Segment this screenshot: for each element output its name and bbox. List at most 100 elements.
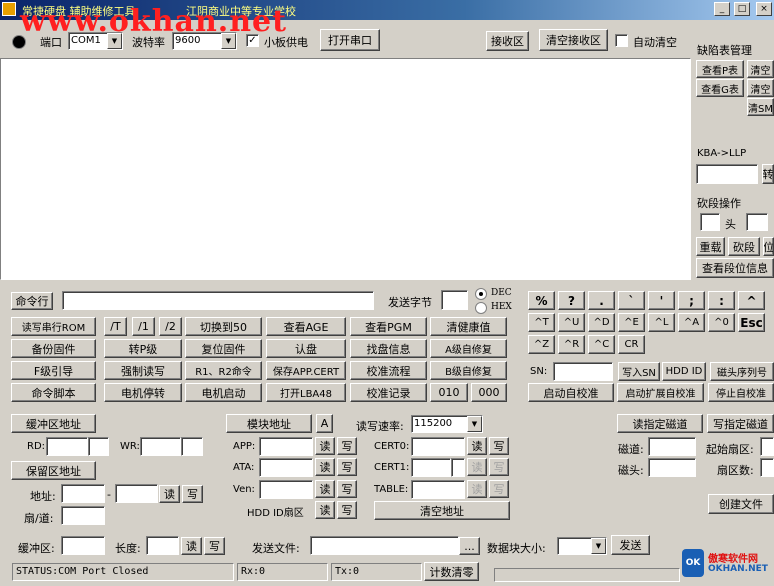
f-level-boot-button[interactable]: F级引导 [11, 361, 96, 380]
start-sector-input[interactable] [760, 437, 774, 456]
key-ctrl-d-button[interactable]: ^D [588, 313, 615, 332]
buffer-input[interactable] [61, 536, 105, 555]
key-cr-button[interactable]: CR [618, 335, 645, 354]
rd-input[interactable] [46, 437, 88, 456]
table-write-button[interactable]: 写 [489, 480, 509, 498]
ata-write-button[interactable]: 写 [337, 458, 357, 476]
hex-radio[interactable] [475, 302, 487, 314]
module-a-button[interactable]: A [316, 414, 333, 433]
reset-count-button[interactable]: 计数清零 [424, 562, 479, 581]
clear-g-table-button[interactable]: 清空 [747, 79, 774, 97]
key-ctrl-0-button[interactable]: ^0 [708, 313, 735, 332]
read-track-button[interactable]: 读指定磁道 [617, 414, 703, 433]
key-semicolon-button[interactable]: ; [678, 291, 705, 310]
send-bytes-input[interactable] [441, 290, 468, 310]
clear-sm-button[interactable]: 清SM [747, 98, 774, 116]
view-g-table-button[interactable]: 查看G表 [696, 79, 744, 97]
key-ctrl-l-button[interactable]: ^L [648, 313, 675, 332]
buffer-read-button[interactable]: 读 [181, 537, 202, 555]
slash-1-button[interactable]: /1 [132, 317, 155, 336]
table-read-button[interactable]: 读 [467, 480, 487, 498]
cert1-input[interactable] [411, 458, 451, 477]
identify-disk-button[interactable]: 认盘 [266, 339, 346, 358]
to-p-level-button[interactable]: 转P级 [104, 339, 182, 358]
sector-count-input[interactable] [760, 458, 774, 477]
maximize-button[interactable]: □ [734, 2, 750, 16]
backup-firmware-button[interactable]: 备份固件 [11, 339, 96, 358]
write-track-button[interactable]: 写指定磁道 [707, 414, 774, 433]
block-size-select[interactable]: ▼ [557, 537, 607, 555]
key-ctrl-z-button[interactable]: ^Z [528, 335, 555, 354]
addr-start-input[interactable] [61, 484, 105, 503]
start-self-calibration-button[interactable]: 启动自校准 [528, 383, 614, 402]
clear-p-table-button[interactable]: 清空 [747, 60, 774, 78]
clear-health-button[interactable]: 清健康值 [430, 317, 507, 336]
chevron-down-icon[interactable]: ▼ [221, 33, 236, 49]
ven-write-button[interactable]: 写 [337, 480, 357, 498]
dec-radio[interactable] [475, 288, 487, 300]
table-input[interactable] [411, 480, 465, 499]
code-000-button[interactable]: 000 [471, 383, 507, 402]
key-esc-button[interactable]: Esc [738, 313, 765, 332]
hdd-id-button[interactable]: HDD ID [662, 362, 706, 381]
buffer-address-button[interactable]: 缓冲区地址 [11, 414, 96, 433]
chevron-down-icon[interactable]: ▼ [467, 416, 482, 432]
reserve-read-button[interactable]: 读 [159, 485, 180, 503]
sn-input[interactable] [553, 362, 613, 381]
length-input[interactable] [146, 536, 179, 555]
view-p-table-button[interactable]: 查看P表 [696, 60, 744, 78]
app-write-button[interactable]: 写 [337, 437, 357, 455]
receive-textarea[interactable] [0, 58, 691, 280]
command-script-button[interactable]: 命令脚本 [11, 383, 96, 402]
receive-area-button[interactable]: 接收区 [486, 31, 529, 51]
track-input[interactable] [648, 437, 696, 456]
ata-read-button[interactable]: 读 [315, 458, 335, 476]
head-sequence-button[interactable]: 磁头序列号 [710, 362, 774, 381]
wr-input[interactable] [140, 437, 181, 456]
cert0-read-button[interactable]: 读 [467, 437, 487, 455]
force-rw-button[interactable]: 强制读写 [104, 361, 182, 380]
rd-extra-input[interactable] [88, 437, 109, 456]
hdd-id-write-button[interactable]: 写 [337, 501, 357, 519]
view-pgm-button[interactable]: 查看PGM [350, 317, 427, 336]
b-level-repair-button[interactable]: B级自修复 [430, 361, 507, 380]
rebuild-button[interactable]: 重载 [696, 237, 725, 256]
cut-button[interactable]: 砍段 [728, 237, 760, 256]
write-sn-button[interactable]: 写入SN [618, 362, 660, 381]
key-backtick-button[interactable]: ` [618, 291, 645, 310]
a-level-repair-button[interactable]: A级自修复 [430, 339, 507, 358]
buffer-write-button[interactable]: 写 [204, 537, 225, 555]
reserve-write-button[interactable]: 写 [182, 485, 203, 503]
close-button[interactable]: × [756, 2, 772, 16]
key-quote-button[interactable]: ' [648, 291, 675, 310]
command-input[interactable] [62, 291, 374, 310]
key-ctrl-a-button[interactable]: ^A [678, 313, 705, 332]
cert1-write-button[interactable]: 写 [489, 458, 509, 476]
cert0-input[interactable] [411, 437, 465, 456]
calibration-flow-button[interactable]: 校准流程 [350, 361, 427, 380]
module-address-button[interactable]: 模块地址 [226, 414, 312, 433]
track-sector-input[interactable] [61, 506, 105, 525]
switch-50-button[interactable]: 切换到50 [185, 317, 262, 336]
view-age-button[interactable]: 查看AGE [266, 317, 346, 336]
key-colon-button[interactable]: : [708, 291, 735, 310]
clear-receive-button[interactable]: 清空接收区 [539, 29, 608, 51]
key-ctrl-u-button[interactable]: ^U [558, 313, 585, 332]
minimize-button[interactable]: _ [714, 2, 730, 16]
code-010-button[interactable]: 010 [430, 383, 468, 402]
reserve-address-button[interactable]: 保留区地址 [11, 461, 96, 480]
key-question-button[interactable]: ? [558, 291, 585, 310]
ven-input[interactable] [259, 480, 313, 499]
app-input[interactable] [259, 437, 313, 456]
reset-firmware-button[interactable]: 复位固件 [185, 339, 262, 358]
r1-r2-command-button[interactable]: R1、R2命令 [185, 361, 262, 380]
ven-read-button[interactable]: 读 [315, 480, 335, 498]
addr-end-input[interactable] [115, 484, 158, 503]
key-ctrl-c-button[interactable]: ^C [588, 335, 615, 354]
open-port-button[interactable]: 打开串口 [320, 29, 380, 51]
send-button[interactable]: 发送 [611, 535, 650, 555]
open-lba48-button[interactable]: 打开LBA48 [266, 383, 346, 402]
baud-select[interactable]: 9600 ▼ [172, 32, 237, 50]
calibration-log-button[interactable]: 校准记录 [350, 383, 427, 402]
ata-input[interactable] [259, 458, 313, 477]
